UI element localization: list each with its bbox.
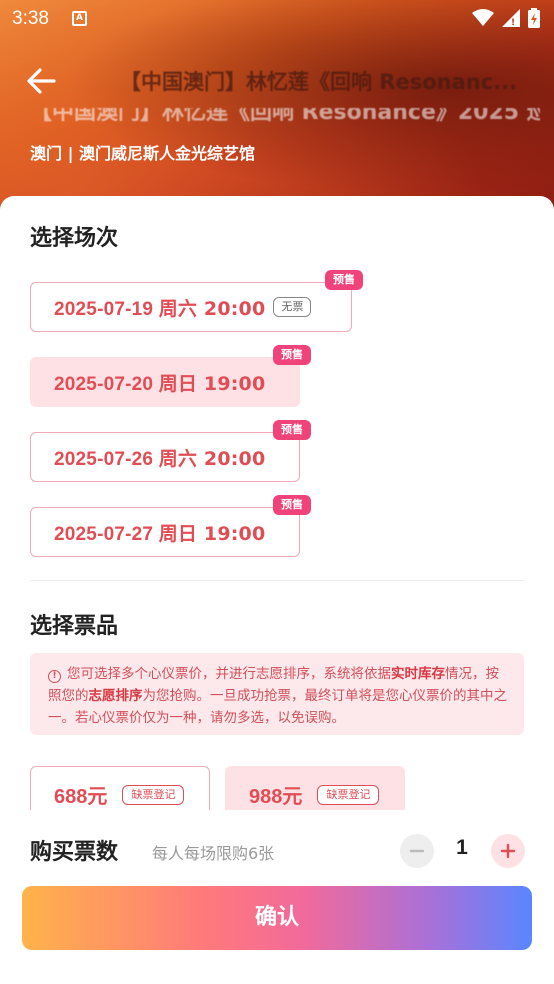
session-date: 2025-07-26 xyxy=(54,448,154,470)
status-time: 3:38 xyxy=(12,8,49,29)
signal-icon: ! xyxy=(502,9,520,27)
status-icons: ! xyxy=(472,8,540,28)
decrease-quantity-button[interactable] xyxy=(400,834,434,868)
notice-box: ! 您可选择多个心仪票价，并进行志愿排序，系统将依据实时库存情况，按照您的志愿排序… xyxy=(30,653,524,735)
back-button[interactable] xyxy=(24,64,60,98)
battery-icon xyxy=(528,8,540,28)
waitlist-badge: 缺票登记 xyxy=(122,784,185,805)
presale-badge: 预售 xyxy=(273,345,311,365)
session-section-title: 选择场次 xyxy=(30,226,119,251)
session-option[interactable]: 2025-07-26 周六 20:00 预售 xyxy=(30,420,311,482)
sold-out-badge: 无票 xyxy=(273,297,312,317)
price-value: 988元 xyxy=(249,786,303,808)
notice-highlight: 实时库存 xyxy=(391,666,445,682)
selection-sheet: 选择场次 2025-07-19 周六 20:00 无票 预售 2025-07-2… xyxy=(0,196,554,984)
session-date: 2025-07-27 xyxy=(54,523,154,545)
session-date: 2025-07-20 xyxy=(54,373,154,395)
ticket-section-title: 选择票品 xyxy=(30,614,119,639)
price-value: 688元 xyxy=(54,786,108,808)
venue-label: 澳门 | 澳门威尼斯人金光综艺馆 xyxy=(30,144,255,163)
confirm-button[interactable]: 确认 xyxy=(22,886,532,950)
presale-badge: 预售 xyxy=(273,495,311,515)
quantity-value: 1 xyxy=(456,836,468,859)
minus-icon xyxy=(409,849,425,853)
notice-text: 您可选择多个心仪票价，并进行志愿排序，系统将依据 xyxy=(67,666,391,682)
session-weekday-time: 周六 20:00 xyxy=(158,447,266,470)
wifi-icon xyxy=(472,9,494,26)
presale-badge: 预售 xyxy=(273,420,311,440)
quantity-limit: 每人每场限购6张 xyxy=(152,844,275,863)
plus-icon xyxy=(500,843,516,859)
arrow-left-icon xyxy=(27,68,56,94)
waitlist-badge: 缺票登记 xyxy=(317,784,380,805)
session-option[interactable]: 2025-07-27 周日 19:00 预售 xyxy=(30,495,311,557)
quantity-title: 购买票数 xyxy=(30,840,119,865)
page-title: 【中国澳门】林忆莲《回响 Resonanc... xyxy=(120,70,518,94)
session-option[interactable]: 2025-07-19 周六 20:00 无票 预售 xyxy=(30,270,363,332)
session-option[interactable]: 2025-07-20 周日 19:00 预售 xyxy=(30,345,311,407)
presale-badge: 预售 xyxy=(325,270,363,290)
increase-quantity-button[interactable] xyxy=(491,834,525,868)
notification-icon: A xyxy=(72,11,87,26)
divider xyxy=(30,580,524,581)
status-bar: 3:38 A ! xyxy=(0,0,554,38)
svg-text:!: ! xyxy=(511,18,515,27)
session-date: 2025-07-19 xyxy=(54,298,154,320)
notice-highlight: 志愿排序 xyxy=(88,688,143,704)
purchase-bar: 购买票数 每人每场限购6张 1 确认 xyxy=(0,810,554,984)
app-bar: 【中国澳门】林忆莲《回响 Resonanc... xyxy=(0,52,554,110)
banner-show-title: 【中国澳门】林忆莲《回响 Resonance》2025 巡 xyxy=(30,108,540,125)
session-weekday-time: 周日 19:00 xyxy=(158,372,266,395)
info-icon: ! xyxy=(48,670,61,683)
session-weekday-time: 周日 19:00 xyxy=(158,522,266,545)
session-weekday-time: 周六 20:00 xyxy=(158,297,266,320)
